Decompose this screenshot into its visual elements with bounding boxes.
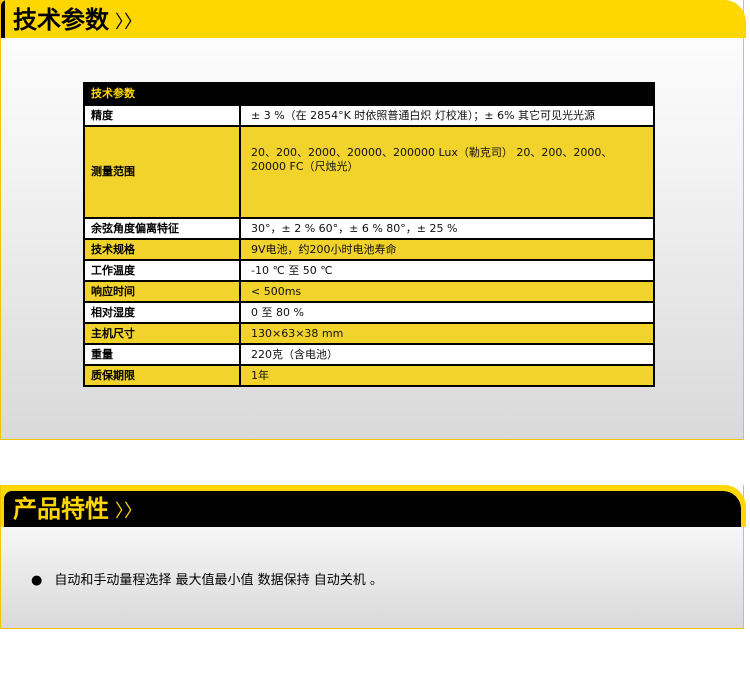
spec-value-humidity: 0 至 80 % [239,301,655,324]
table-row: 主机尺寸 130×63×38 mm [83,322,655,345]
tech-params-title: 技术参数 〉〉 [13,4,142,36]
chevron-right-double-icon: 〉〉 [115,12,142,33]
spec-value-range: 20、200、2000、20000、200000 Lux（勒克司） 20、200… [239,125,655,219]
spec-label-weight: 重量 [83,343,241,366]
tech-params-title-text: 技术参数 [13,6,109,34]
spec-label-response: 响应时间 [83,280,241,303]
spec-table: 技术参数 精度 ± 3 %（在 2854°K 时依照普通白炽 灯校准）；± 6%… [83,82,655,387]
spec-value-warranty: 1年 [239,364,655,387]
table-row: 工作温度 -10 ℃ 至 50 ℃ [83,259,655,282]
spec-label-temp: 工作温度 [83,259,241,282]
spec-label-humidity: 相对湿度 [83,301,241,324]
spec-label-spec: 技术规格 [83,238,241,261]
spec-value-weight: 220克（含电池） [239,343,655,366]
table-row: 余弦角度偏离特征 30°，± 2 % 60°，± 6 % 80°，± 25 % [83,217,655,240]
spec-label-accuracy: 精度 [83,104,241,127]
spec-label-size: 主机尺寸 [83,322,241,345]
table-row: 精度 ± 3 %（在 2854°K 时依照普通白炽 灯校准）；± 6% 其它可见… [83,104,655,127]
spec-value-spec: 9V电池，约200小时电池寿命 [239,238,655,261]
tech-params-panel: 技术参数 〉〉 技术参数 精度 ± 3 %（在 2854°K 时依照普通白炽 灯校… [0,0,746,440]
table-row: 质保期限 1年 [83,364,655,387]
features-title: 产品特性 〉〉 [13,493,142,525]
chevron-right-double-icon: 〉〉 [115,501,142,522]
spec-label-warranty: 质保期限 [83,364,241,387]
spec-table-header: 技术参数 [83,82,655,106]
spec-value-accuracy: ± 3 %（在 2854°K 时依照普通白炽 灯校准）；± 6% 其它可见光光源 [239,104,655,127]
table-row: 测量范围 20、200、2000、20000、200000 Lux（勒克司） 2… [83,125,655,219]
features-title-text: 产品特性 [13,495,109,523]
spec-table-header-row: 技术参数 [83,82,655,106]
spec-value-response: < 500ms [239,280,655,303]
spec-label-cosine: 余弦角度偏离特征 [83,217,241,240]
table-row: 相对湿度 0 至 80 % [83,301,655,324]
table-row: 重量 220克（含电池） [83,343,655,366]
bullet-icon: ● [31,573,43,588]
features-list: ● 自动和手动量程选择 最大值最小值 数据保持 自动关机 。 [31,569,383,588]
features-panel: 产品特性 〉〉 ● 自动和手动量程选择 最大值最小值 数据保持 自动关机 。 [0,485,746,629]
table-row: 响应时间 < 500ms [83,280,655,303]
spec-label-range: 测量范围 [83,125,241,219]
spec-value-size: 130×63×38 mm [239,322,655,345]
spec-value-cosine: 30°，± 2 % 60°，± 6 % 80°，± 25 % [239,217,655,240]
feature-text: 自动和手动量程选择 最大值最小值 数据保持 自动关机 。 [54,573,383,588]
spec-value-temp: -10 ℃ 至 50 ℃ [239,259,655,282]
table-row: 技术规格 9V电池，约200小时电池寿命 [83,238,655,261]
